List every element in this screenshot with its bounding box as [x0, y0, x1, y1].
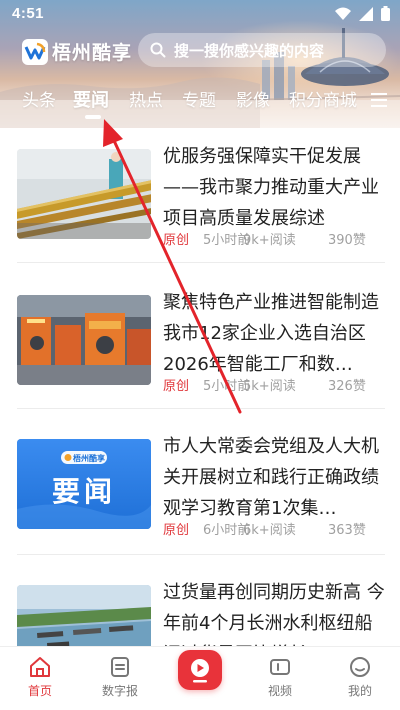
channel-tabs: 头条 要闻 热点 专题 影像 积分商城 [0, 86, 400, 120]
like-count: 326赞 [328, 379, 366, 394]
nav-profile[interactable]: 我的 [330, 655, 390, 699]
status-icons [335, 6, 390, 21]
newspaper-icon [111, 657, 129, 677]
nav-profile-label: 我的 [347, 684, 372, 698]
nav-video-label: 视频 [267, 684, 292, 698]
news-meta: 原创 5小时前 9k+阅读 390赞 [163, 229, 366, 248]
factory-machinery-image [17, 295, 151, 385]
search-icon [150, 42, 166, 58]
header-banner: 4:51 梧州酷享 搜一搜你感兴趣的内容 头条 要闻 热点 专题 影像 积分商城 [0, 0, 400, 128]
read-count: 6k+阅读 [243, 523, 296, 538]
cellular-signal-icon [359, 6, 373, 21]
read-count: 9k+阅读 [243, 233, 296, 248]
nav-home-label: 首页 [27, 684, 52, 698]
wifi-icon [335, 7, 351, 20]
channel-menu-icon[interactable] [371, 93, 387, 107]
publish-time: 5小时前 [203, 379, 251, 394]
search-placeholder: 搜一搜你感兴趣的内容 [174, 41, 325, 60]
active-tab-indicator [85, 115, 101, 119]
news-title[interactable]: 市人大常委会党组及人大机关开展树立和践行正确政绩观学习教育第1次集… [163, 431, 385, 524]
yaowen-banner: 梧州酷享 要闻 [17, 439, 151, 529]
video-icon [270, 659, 290, 675]
tab-toutiao[interactable]: 头条 [22, 86, 56, 116]
thumb-badge-text: 梧州酷享 [73, 453, 105, 463]
original-tag: 原创 [163, 233, 190, 248]
news-meta: 原创 5小时前 5k+阅读 326赞 [163, 375, 366, 394]
news-title[interactable]: 聚焦特色产业推进智能制造 我市12家企业入选自治区2026年智能工厂和数… [163, 287, 385, 380]
app-logo-text: 梧州酷享 [52, 42, 133, 64]
center-play-button[interactable] [178, 650, 222, 690]
status-time: 4:51 [12, 5, 45, 22]
tab-redian[interactable]: 热点 [129, 86, 163, 116]
search-bar[interactable]: 搜一搜你感兴趣的内容 [138, 33, 386, 67]
status-bar: 4:51 [0, 0, 400, 28]
original-tag: 原创 [163, 523, 190, 538]
read-count: 5k+阅读 [243, 379, 296, 394]
factory-rollers-image [17, 149, 151, 239]
home-icon [30, 657, 50, 677]
news-item[interactable]: 聚焦特色产业推进智能制造 我市12家企业入选自治区2026年智能工厂和数… 原创… [0, 274, 400, 419]
tab-yaowen[interactable]: 要闻 [73, 86, 109, 116]
like-count: 363赞 [328, 523, 366, 538]
play-icon [191, 659, 209, 683]
list-divider [17, 408, 385, 409]
app-logo[interactable]: 梧州酷享 [22, 38, 132, 65]
battery-icon [381, 6, 390, 21]
news-thumbnail [17, 295, 151, 385]
publish-time: 6小时前 [203, 523, 251, 538]
nav-digital-paper[interactable]: 数字报 [90, 655, 150, 699]
original-tag: 原创 [163, 379, 190, 394]
thumb-headline-text: 要闻 [52, 475, 116, 508]
tab-zhuanti[interactable]: 专题 [182, 86, 216, 116]
nav-home[interactable]: 首页 [10, 655, 70, 699]
list-divider [17, 554, 385, 555]
nav-video[interactable]: 视频 [250, 655, 310, 699]
publish-time: 5小时前 [203, 233, 251, 248]
news-thumbnail: 梧州酷享 要闻 [17, 439, 151, 529]
app-logo-icon [22, 38, 48, 65]
news-item[interactable]: 优服务强保障实干促发展——我市聚力推动重大产业项目高质量发展综述 原创 5小时前… [0, 128, 400, 273]
tab-yingxiang[interactable]: 影像 [236, 86, 270, 116]
like-count: 390赞 [328, 233, 366, 248]
tab-jifen-shangcheng[interactable]: 积分商城 [289, 86, 357, 116]
news-meta: 原创 6小时前 6k+阅读 363赞 [163, 519, 366, 538]
news-thumbnail [17, 149, 151, 239]
nav-digital-paper-label: 数字报 [101, 684, 138, 698]
news-title[interactable]: 优服务强保障实干促发展——我市聚力推动重大产业项目高质量发展综述 [163, 141, 385, 234]
news-item[interactable]: 梧州酷享 要闻 市人大常委会党组及人大机关开展树立和践行正确政绩观学习教育第1次… [0, 418, 400, 563]
list-divider [17, 262, 385, 263]
profile-icon [350, 657, 370, 677]
